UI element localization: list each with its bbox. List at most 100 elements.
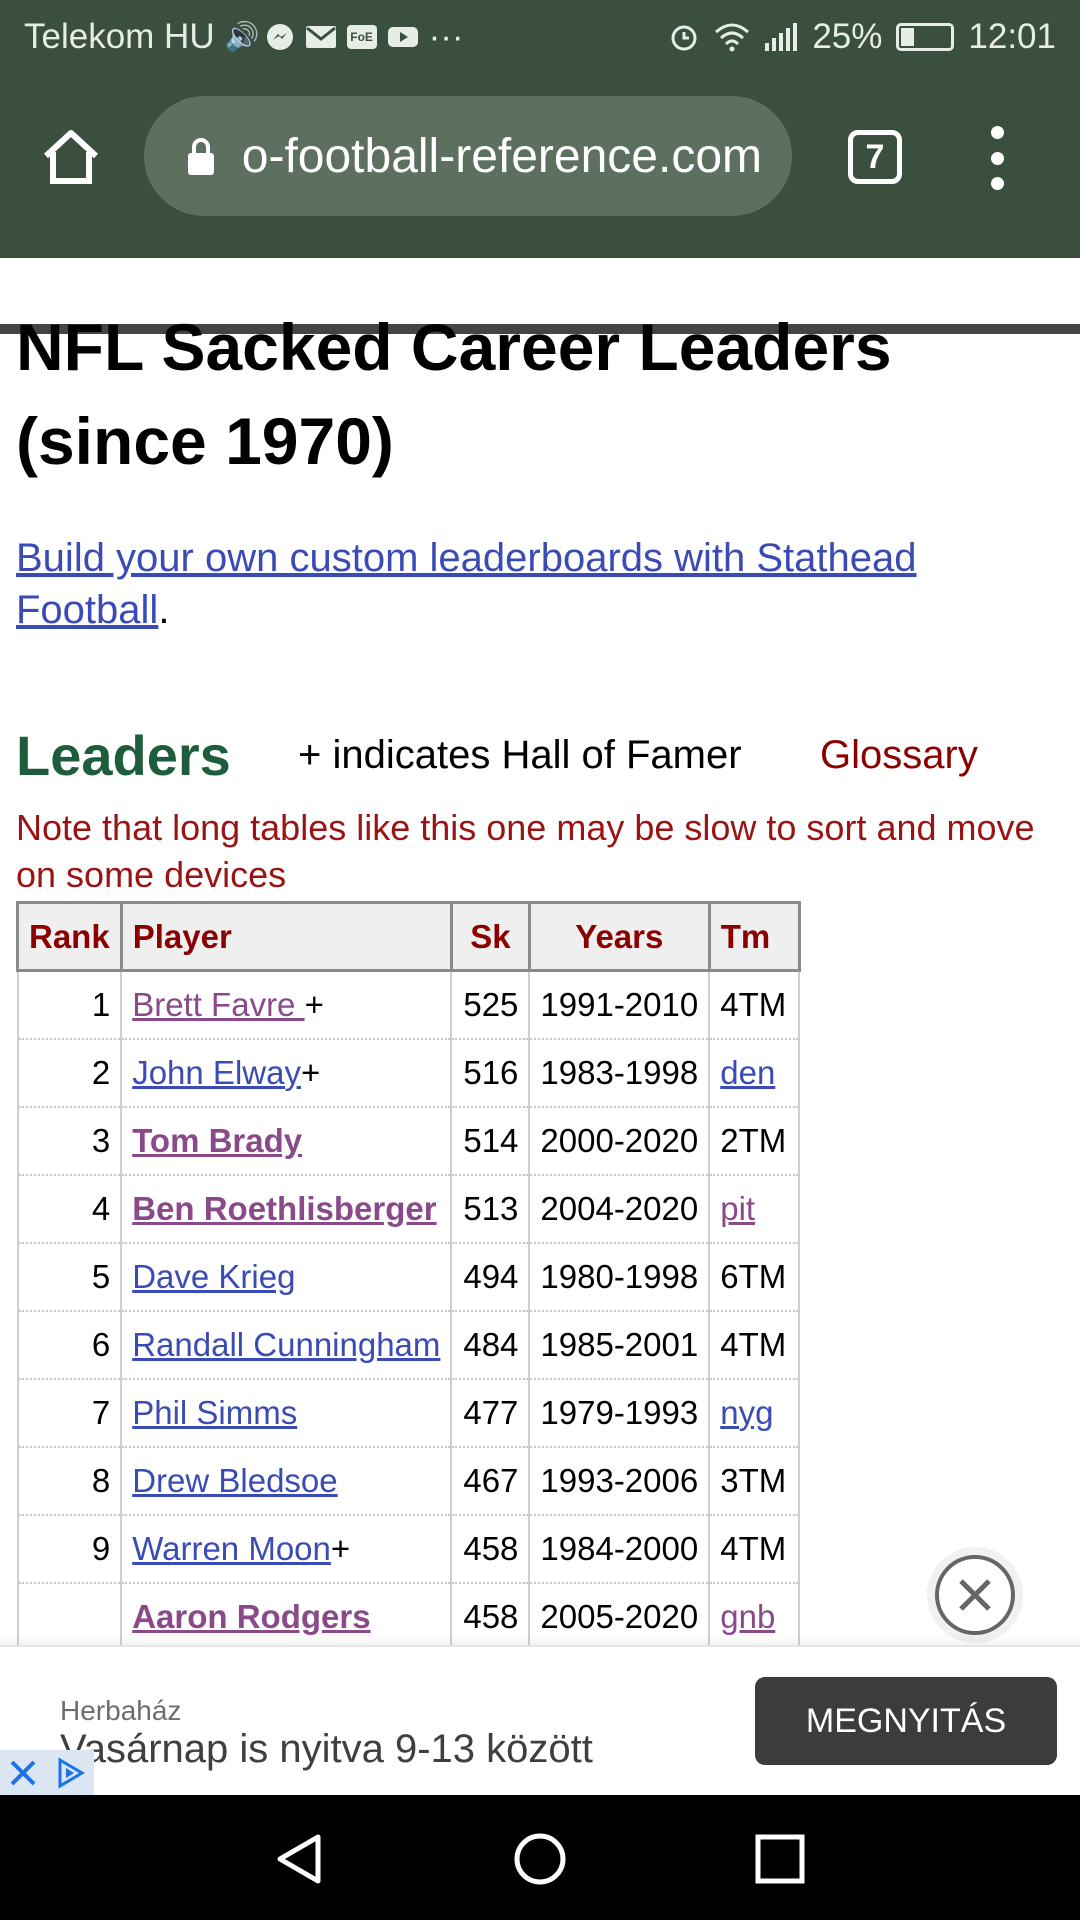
- player-link[interactable]: Ben Roethlisberger: [132, 1190, 436, 1227]
- hof-marker: +: [330, 1529, 351, 1567]
- slow-sort-note: Note that long tables like this one may …: [16, 807, 1035, 895]
- player-link[interactable]: Aaron Rodgers: [132, 1598, 370, 1635]
- player-link[interactable]: Brett Favre: [132, 986, 304, 1023]
- player-cell: Aaron Rodgers: [120, 1582, 453, 1652]
- sacks-cell: 494: [450, 1242, 531, 1312]
- sacks-cell: 514: [450, 1106, 531, 1176]
- team-cell: nyg: [708, 1378, 801, 1448]
- adchoices-badge[interactable]: [0, 1750, 94, 1796]
- address-bar[interactable]: pro-football-reference.com: [144, 96, 792, 216]
- sacks-cell: 484: [450, 1310, 531, 1380]
- foe-icon: FoE: [346, 25, 377, 49]
- column-header-player[interactable]: Player: [119, 901, 453, 972]
- player-link[interactable]: Drew Bledsoe: [132, 1462, 337, 1499]
- sacks-cell: 467: [450, 1446, 531, 1516]
- page-title-line2: (since 1970): [16, 404, 394, 478]
- home-nav-icon[interactable]: [512, 1831, 568, 1887]
- rank-cell: 9: [16, 1514, 123, 1584]
- player-link[interactable]: Warren Moon: [132, 1530, 331, 1567]
- carrier-label: Telekom HU: [24, 17, 215, 56]
- team-cell: 4TM: [708, 970, 801, 1040]
- team-cell: 3TM: [708, 1446, 801, 1516]
- hof-note: + indicates Hall of Famer: [298, 732, 742, 777]
- ad-banner[interactable]: Herbaház Vasárnap is nyitva 9-13 között …: [0, 1645, 1080, 1796]
- home-icon[interactable]: [40, 126, 102, 188]
- sacks-cell: 516: [450, 1038, 531, 1108]
- rank-cell: 7: [16, 1378, 123, 1448]
- lock-icon: [188, 138, 214, 175]
- volume-icon: 🔊: [224, 21, 260, 52]
- team-cell: pit: [708, 1174, 801, 1244]
- player-cell: Brett Favre +: [120, 970, 453, 1040]
- player-link[interactable]: Dave Krieg: [132, 1258, 295, 1295]
- ad-brand: Herbaház: [60, 1695, 182, 1726]
- team-link[interactable]: den: [720, 1054, 775, 1091]
- battery-icon: [896, 23, 955, 51]
- column-header-years[interactable]: Years: [527, 901, 711, 972]
- signal-icon: [765, 23, 798, 51]
- more-menu-icon[interactable]: [985, 126, 1009, 190]
- team-link[interactable]: nyg: [720, 1394, 773, 1431]
- team-cell: den: [708, 1038, 801, 1108]
- glossary-link[interactable]: Glossary: [820, 733, 978, 778]
- sacks-cell: 477: [450, 1378, 531, 1448]
- rank-cell: 8: [16, 1446, 123, 1516]
- leaders-header: Leaders + indicates Hall of Famer Glossa…: [16, 705, 1066, 805]
- tab-switcher-button[interactable]: 7: [848, 130, 902, 184]
- rank-cell: 4: [16, 1174, 123, 1244]
- years-cell: 2000-2020: [528, 1106, 711, 1176]
- leaders-table: Rank Player Sk Years Tm 1 Brett Favre + …: [16, 901, 801, 1652]
- adchoices-icon[interactable]: [48, 1750, 94, 1796]
- status-bar: Telekom HU 🔊 FoE ··· 25% 12:01: [0, 0, 1080, 74]
- stathead-promo-link[interactable]: Build your own custom leaderboards with …: [16, 536, 917, 632]
- hof-marker: +: [304, 985, 324, 1023]
- table-header-row: Rank Player Sk Years Tm: [16, 901, 801, 972]
- alarm-icon: [671, 25, 697, 51]
- column-header-tm[interactable]: Tm: [707, 901, 801, 972]
- years-cell: 2005-2020: [528, 1582, 711, 1652]
- browser-toolbar: pro-football-reference.com 7: [0, 74, 1080, 334]
- team-link[interactable]: pit: [720, 1190, 755, 1227]
- more-notifications-icon: ···: [428, 17, 464, 56]
- table-row: 8 Drew Bledsoe 467 1993-2006 3TM: [16, 1446, 801, 1516]
- hof-marker: +: [300, 1053, 321, 1091]
- player-cell: John Elway+: [120, 1038, 453, 1108]
- ad-headline: Vasárnap is nyitva 9-13 között: [60, 1727, 593, 1771]
- years-cell: 1985-2001: [528, 1310, 711, 1380]
- rank-cell: 3: [16, 1106, 123, 1176]
- player-cell: Randall Cunningham: [120, 1310, 453, 1380]
- player-link[interactable]: John Elway: [132, 1054, 301, 1091]
- team-cell: gnb: [708, 1582, 801, 1652]
- player-link[interactable]: Randall Cunningham: [132, 1326, 440, 1363]
- table-row: 6 Randall Cunningham 484 1985-2001 4TM: [16, 1310, 801, 1380]
- team-cell: 2TM: [708, 1106, 801, 1176]
- ad-close-icon[interactable]: [0, 1750, 46, 1796]
- mail-icon: [305, 26, 336, 48]
- sacks-cell: 513: [450, 1174, 531, 1244]
- rank-cell: 2: [16, 1038, 123, 1108]
- ad-open-button[interactable]: MEGNYITÁS: [755, 1677, 1057, 1765]
- sacks-cell: 458: [450, 1582, 531, 1652]
- clock: 12:01: [968, 17, 1056, 56]
- table-row: 5 Dave Krieg 494 1980-1998 6TM: [16, 1242, 801, 1312]
- team-link[interactable]: gnb: [720, 1598, 775, 1635]
- table-row: Aaron Rodgers 458 2005-2020 gnb: [16, 1582, 801, 1652]
- close-icon: [959, 1579, 991, 1611]
- close-ad-button[interactable]: [935, 1555, 1015, 1635]
- promo-text: Build your own custom leaderboards with …: [16, 532, 1066, 636]
- player-link[interactable]: Phil Simms: [132, 1394, 297, 1431]
- player-cell: Warren Moon+: [120, 1514, 453, 1584]
- back-icon[interactable]: [272, 1831, 328, 1887]
- rank-cell: 1: [16, 970, 123, 1040]
- leaders-heading: Leaders: [16, 723, 231, 787]
- column-header-rank[interactable]: Rank: [16, 901, 123, 972]
- recents-icon[interactable]: [752, 1831, 808, 1887]
- rank-cell: 5: [16, 1242, 123, 1312]
- column-header-sk[interactable]: Sk: [449, 901, 531, 972]
- page-title-line1: NFL Sacked Career Leaders: [16, 310, 892, 384]
- years-cell: 2004-2020: [528, 1174, 711, 1244]
- page-title: NFL Sacked Career Leaders (since 1970): [16, 300, 1066, 488]
- player-link[interactable]: Tom Brady: [132, 1122, 302, 1159]
- page-content: NFL Sacked Career Leaders (since 1970) Bu…: [16, 260, 1066, 1652]
- team-cell: 6TM: [708, 1242, 801, 1312]
